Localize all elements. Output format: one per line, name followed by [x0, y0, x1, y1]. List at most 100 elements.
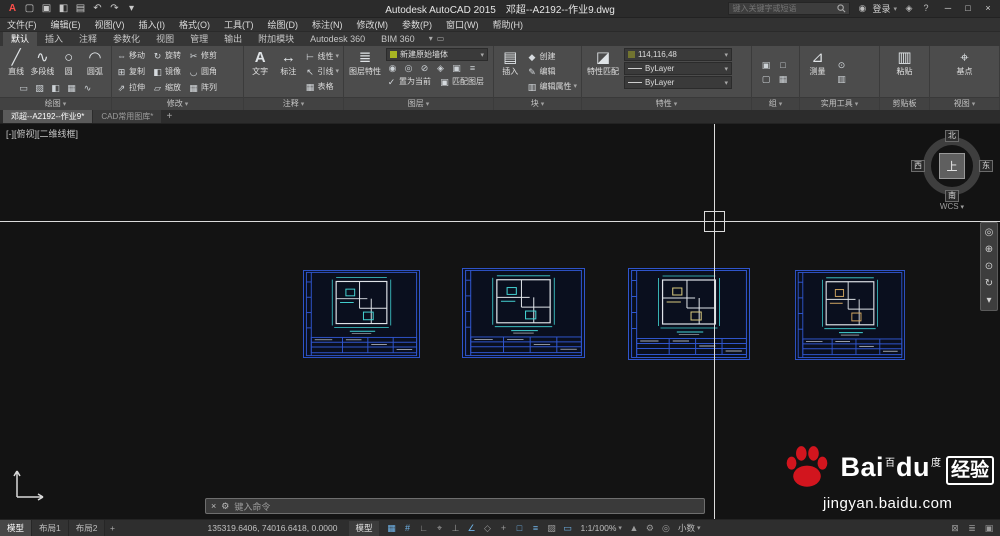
navbar-more-icon[interactable]: ▾	[986, 294, 991, 307]
annotation-monitor-icon[interactable]: ◎	[659, 520, 673, 536]
zoom-icon[interactable]: ⊙	[985, 260, 993, 273]
panel-label-groups[interactable]: 组	[752, 97, 799, 110]
drawing-sheet-3[interactable]	[628, 268, 750, 362]
dimension-button[interactable]: ↔ 标注	[276, 48, 300, 95]
rotate-button[interactable]: ↻ 旋转	[152, 48, 181, 63]
arc-button[interactable]: ◠ 圆弧	[83, 48, 107, 76]
search-input[interactable]	[732, 4, 838, 13]
ribbon-tab-参数化[interactable]: 参数化	[105, 32, 148, 46]
annotation-scale[interactable]: 1:1/100% ▾	[581, 523, 622, 533]
document-tab[interactable]: CAD常用图库*	[93, 110, 162, 123]
ribbon-tab-BIM 360[interactable]: BIM 360	[373, 32, 423, 46]
command-line[interactable]: × ⚙ 键入命令	[205, 498, 705, 514]
plot-icon[interactable]: ▤	[73, 0, 88, 17]
measure-button[interactable]: ⊿ 测量	[804, 48, 831, 95]
ungroup-icon[interactable]: □	[777, 59, 790, 71]
autocad-app-icon[interactable]: A	[5, 0, 20, 17]
panel-label-utilities[interactable]: 实用工具	[800, 97, 879, 110]
orbit-icon[interactable]: ↻	[985, 277, 993, 290]
mirror-button[interactable]: ◧ 镜像	[152, 64, 181, 79]
selection-cycling-icon[interactable]: ▭	[561, 520, 575, 536]
menu-item-11[interactable]: 帮助(H)	[486, 18, 531, 32]
panel-label-clipboard[interactable]: 剪贴板	[880, 97, 929, 110]
table-button[interactable]: ▦ 表格	[304, 80, 339, 94]
new-file-icon[interactable]: ▢	[22, 0, 37, 17]
grid-icon[interactable]: ▦	[385, 520, 399, 536]
ribbon-minimize-icon[interactable]: ▾	[429, 32, 433, 46]
viewcube-north[interactable]: 北	[945, 130, 959, 142]
search-box[interactable]	[728, 2, 851, 15]
command-prompt[interactable]: 键入命令	[234, 500, 270, 513]
viewcube[interactable]: 上 北 南 西 东 WCS	[911, 130, 993, 211]
transparency-icon[interactable]: ▨	[545, 520, 559, 536]
layer-isolate-icon[interactable]: ▣	[450, 62, 463, 74]
copy-button[interactable]: ⊞ 复制	[116, 64, 145, 79]
search-icon[interactable]	[837, 4, 846, 13]
minimize-button[interactable]: ─	[938, 0, 958, 17]
panel-label-annotate[interactable]: 注释	[244, 97, 343, 110]
base-point-button[interactable]: ⌖ 基点	[951, 48, 978, 95]
layer-properties-button[interactable]: ≣ 图层特性	[348, 48, 382, 95]
menu-item-5[interactable]: 工具(T)	[217, 18, 261, 32]
viewcube-west[interactable]: 西	[911, 160, 925, 172]
dynamic-input-icon[interactable]: ⌖	[433, 520, 447, 536]
edit-attrib-button[interactable]: ▥ 编辑属性 ▾	[526, 80, 577, 94]
ribbon-tab-附加模块[interactable]: 附加模块	[250, 32, 302, 46]
viewport-controls[interactable]: [-][俯视][二维线框]	[6, 127, 78, 140]
new-layout-button[interactable]: +	[105, 523, 119, 533]
layout-tab-模型[interactable]: 模型	[0, 520, 33, 536]
panel-label-view[interactable]: 视图	[930, 97, 999, 110]
menu-item-4[interactable]: 格式(O)	[172, 18, 217, 32]
hatch-icon[interactable]: ▨	[33, 82, 46, 94]
stretch-button[interactable]: ⇗ 拉伸	[116, 80, 145, 95]
clean-screen-icon[interactable]: ▣	[982, 520, 996, 536]
infer-constraints-icon[interactable]: ∟	[417, 520, 431, 536]
layer-lock-icon[interactable]: ⊘	[418, 62, 431, 74]
menu-item-10[interactable]: 窗口(W)	[439, 18, 486, 32]
redo-icon[interactable]: ↷	[107, 0, 122, 17]
communication-center-icon[interactable]: ◈	[902, 3, 916, 14]
panel-label-draw[interactable]: 绘图	[0, 97, 111, 110]
match-properties-button[interactable]: ◪ 特性匹配	[586, 48, 620, 95]
linetype-dropdown[interactable]: ByLayer ▾	[624, 76, 732, 89]
isodraft-icon[interactable]: ◇	[481, 520, 495, 536]
layer-freeze-icon[interactable]: ◎	[402, 62, 415, 74]
navigation-wheel-icon[interactable]: ◎	[985, 226, 994, 239]
array-button[interactable]: ▦ 阵列	[188, 80, 217, 95]
ortho-icon[interactable]: ⊥	[449, 520, 463, 536]
boundary-icon[interactable]: ▦	[65, 82, 78, 94]
menu-item-6[interactable]: 绘图(D)	[261, 18, 306, 32]
gradient-icon[interactable]: ◧	[49, 82, 62, 94]
layout-tab-布局2[interactable]: 布局2	[68, 520, 106, 536]
model-space-button[interactable]: 模型	[349, 520, 379, 536]
drawing-sheet-4[interactable]	[795, 270, 905, 362]
group-select-icon[interactable]: ▦	[777, 73, 790, 85]
layout-tab-布局1[interactable]: 布局1	[32, 520, 69, 536]
maximize-button[interactable]: □	[958, 0, 978, 17]
layer-states-icon[interactable]: ≡	[466, 62, 479, 74]
linear-button[interactable]: ⊢ 线性 ▾	[304, 50, 339, 64]
panel-label-layers[interactable]: 图层	[344, 97, 493, 110]
viewcube-wcs-menu[interactable]: WCS	[940, 202, 964, 211]
new-drawing-button[interactable]: +	[162, 110, 176, 123]
ribbon-display-icon[interactable]: ▭	[437, 32, 445, 46]
panel-label-block[interactable]: 块	[494, 97, 581, 110]
snap-icon[interactable]: #	[401, 520, 415, 536]
ribbon-tab-视图[interactable]: 视图	[148, 32, 182, 46]
help-icon[interactable]: ?	[919, 3, 933, 14]
customization-icon[interactable]: ≣	[965, 520, 979, 536]
viewcube-south[interactable]: 南	[945, 190, 959, 202]
fillet-button[interactable]: ◡ 圆角	[188, 64, 217, 79]
object-color-dropdown[interactable]: 114,116,48 ▾	[624, 48, 732, 61]
set-current-button[interactable]: ✓ 置为当前	[386, 75, 431, 89]
menu-item-3[interactable]: 插入(I)	[132, 18, 173, 32]
ribbon-tab-插入[interactable]: 插入	[37, 32, 71, 46]
menu-item-9[interactable]: 参数(P)	[395, 18, 439, 32]
move-button[interactable]: ⇔ 移动	[116, 48, 145, 63]
panel-label-modify[interactable]: 修改	[112, 97, 243, 110]
menu-item-0[interactable]: 文件(F)	[0, 18, 44, 32]
line-button[interactable]: ╱ 直线	[4, 48, 28, 76]
object-snap-tracking-icon[interactable]: +	[497, 520, 511, 536]
undo-icon[interactable]: ↶	[90, 0, 105, 17]
ribbon-tab-默认[interactable]: 默认	[3, 32, 38, 46]
